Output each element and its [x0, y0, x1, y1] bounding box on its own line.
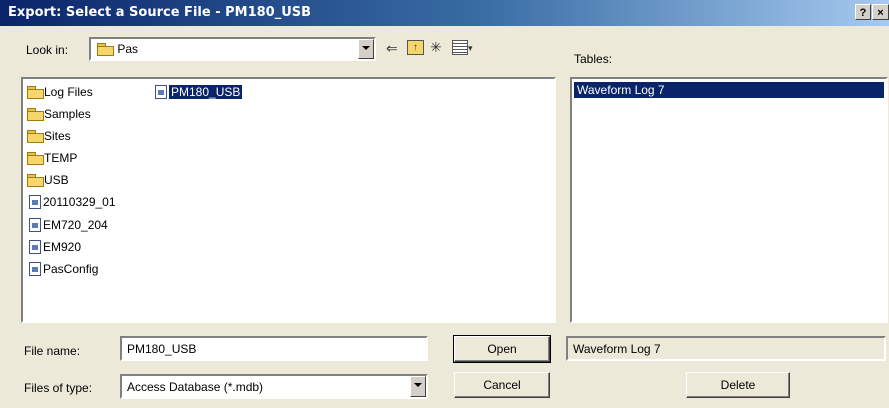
- look-in-value: Pas: [117, 42, 139, 56]
- file-type-dropdown[interactable]: Access Database (*.mdb): [120, 374, 428, 399]
- chevron-down-icon[interactable]: [410, 376, 426, 397]
- close-button[interactable]: ×: [872, 4, 889, 20]
- list-item[interactable]: EM720_204: [29, 217, 108, 233]
- folder-icon: [97, 43, 114, 56]
- delete-button[interactable]: Delete: [686, 372, 790, 398]
- database-file-icon: [29, 218, 41, 232]
- tables-list[interactable]: Waveform Log 7: [570, 77, 888, 323]
- new-folder-icon[interactable]: ✳: [430, 39, 442, 55]
- list-item[interactable]: USB: [27, 172, 69, 188]
- tables-label: Tables:: [574, 52, 613, 66]
- file-type-label: Files of type:: [24, 381, 93, 395]
- folder-icon: [27, 86, 44, 99]
- file-type-value: Access Database (*.mdb): [127, 380, 264, 394]
- list-item-selected[interactable]: Waveform Log 7: [574, 82, 884, 98]
- window-title: Export: Select a Source File - PM180_USB: [8, 5, 312, 20]
- up-folder-icon[interactable]: ↑: [407, 40, 424, 55]
- selected-table-field: Waveform Log 7: [566, 336, 886, 361]
- file-list[interactable]: Log Files Samples Sites TEMP USB 2011032…: [21, 77, 556, 323]
- database-file-icon: [29, 262, 41, 276]
- help-button[interactable]: ?: [855, 4, 871, 20]
- folder-icon: [27, 152, 44, 165]
- folder-icon: [27, 108, 44, 121]
- view-menu-icon[interactable]: [452, 40, 468, 55]
- cancel-button[interactable]: Cancel: [454, 372, 550, 398]
- file-name-field[interactable]: PM180_USB: [120, 336, 428, 361]
- list-item[interactable]: TEMP: [27, 150, 77, 166]
- chevron-down-icon[interactable]: [358, 39, 374, 59]
- export-dialog: Export: Select a Source File - PM180_USB…: [0, 0, 889, 408]
- list-item[interactable]: Sites: [27, 128, 71, 144]
- view-dropdown-icon[interactable]: ▾: [468, 40, 473, 56]
- folder-icon: [27, 174, 44, 187]
- database-file-icon: [29, 195, 41, 209]
- database-file-icon: [155, 85, 167, 99]
- file-name-value: PM180_USB: [127, 342, 197, 356]
- title-bar[interactable]: Export: Select a Source File - PM180_USB…: [0, 0, 889, 26]
- back-arrow-icon[interactable]: ⇐: [386, 40, 398, 56]
- selected-table-value: Waveform Log 7: [573, 342, 661, 356]
- list-item[interactable]: PasConfig: [29, 261, 98, 277]
- database-file-icon: [29, 240, 41, 254]
- look-in-dropdown[interactable]: Pas: [89, 37, 376, 61]
- list-item[interactable]: EM920: [29, 239, 81, 255]
- list-item-selected[interactable]: PM180_USB: [155, 84, 243, 100]
- list-item[interactable]: Samples: [27, 106, 91, 122]
- list-item[interactable]: 20110329_01: [29, 194, 116, 210]
- look-in-label: Look in:: [26, 43, 69, 57]
- folder-icon: [27, 130, 44, 143]
- list-item[interactable]: Log Files: [27, 84, 93, 100]
- open-button[interactable]: Open: [453, 335, 551, 363]
- file-name-label: File name:: [24, 344, 81, 358]
